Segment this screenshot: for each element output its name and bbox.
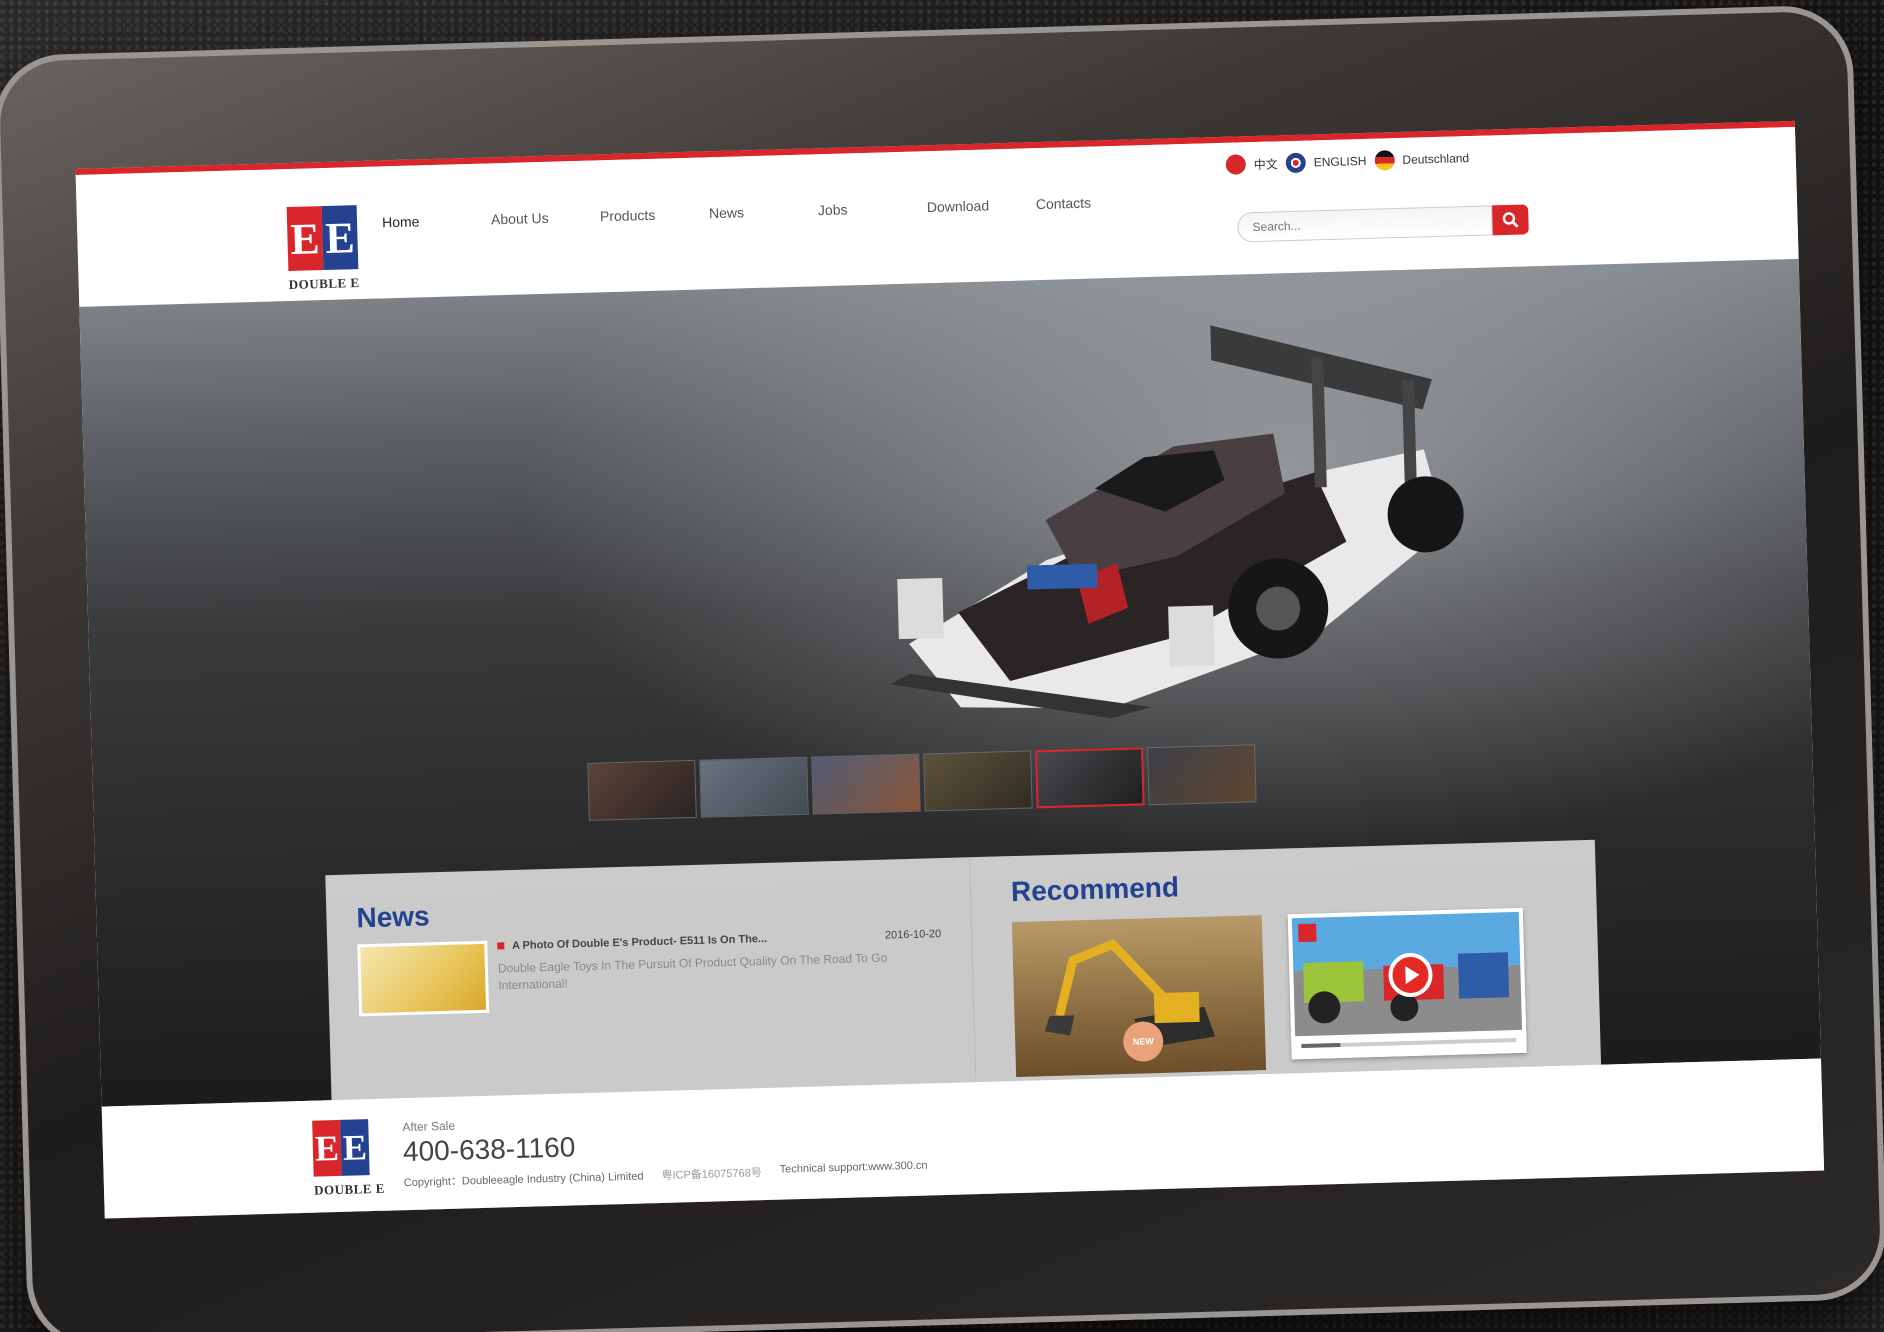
hero-thumbnail-active[interactable]: [1035, 747, 1145, 809]
footer-logo-letter-left: E: [312, 1119, 342, 1177]
nav-item-news[interactable]: News: [709, 202, 818, 221]
logo-letter-left: E: [286, 206, 324, 272]
search-icon: [1502, 212, 1519, 228]
news-thumbnail[interactable]: [357, 940, 490, 1017]
header-logo[interactable]: E E DOUBLE E: [286, 205, 362, 299]
footer-brand-name: DOUBLE E: [313, 1180, 386, 1198]
recommend-section: Recommend NEW: [970, 840, 1601, 1097]
news-headline-wrap: A Photo Of Double E's Product- E511 Is O…: [497, 933, 767, 953]
news-head: A Photo Of Double E's Product- E511 Is O…: [497, 928, 941, 952]
germany-flag-icon[interactable]: [1374, 150, 1395, 171]
news-section: News A Photo Of Double E's Product- E511…: [325, 857, 977, 1116]
news-item[interactable]: A Photo Of Double E's Product- E511 Is O…: [357, 928, 943, 1017]
nav-item-jobs[interactable]: Jobs: [818, 199, 927, 218]
language-switcher: 中文 ENGLISH Deutschland: [1225, 148, 1470, 175]
recommend-items: NEW: [1011, 907, 1561, 1078]
race-car-image: [890, 325, 1464, 719]
footer-logo-letter-right: E: [340, 1119, 370, 1176]
website-screen: E E DOUBLE E Home About Us Products News…: [75, 120, 1825, 1219]
hero-thumbnail[interactable]: [923, 750, 1033, 812]
search-button[interactable]: [1492, 204, 1529, 236]
excavator-product-image[interactable]: NEW: [1011, 915, 1267, 1078]
news-title: News: [356, 900, 431, 934]
footer-logo-mark: E E: [312, 1119, 370, 1177]
footer-info: After Sale 400-638-1160 Copyright：Double…: [402, 1106, 928, 1191]
bullet-icon: [497, 942, 505, 950]
lang-chinese[interactable]: 中文: [1254, 155, 1278, 173]
footer-logo[interactable]: E E DOUBLE E: [312, 1119, 387, 1213]
china-flag-icon[interactable]: [1225, 154, 1247, 175]
nav-item-products[interactable]: Products: [600, 205, 709, 225]
icp-number[interactable]: 粤ICP备16075768号: [661, 1164, 762, 1183]
main-nav: Home About Us Products News Jobs Downloa…: [382, 193, 1145, 231]
tech-support-link[interactable]: Technical support:www.300.cn: [779, 1160, 927, 1180]
logo-letter-right: E: [321, 205, 359, 271]
video-player[interactable]: [1287, 907, 1527, 1060]
search-input[interactable]: [1237, 205, 1493, 243]
recommend-title: Recommend: [1010, 871, 1180, 908]
video-screen: [1291, 911, 1523, 1037]
nav-item-home[interactable]: Home: [382, 211, 491, 230]
video-progress-bar[interactable]: [1301, 1038, 1517, 1049]
lang-english[interactable]: ENGLISH: [1314, 154, 1367, 169]
logo-mark: E E: [286, 205, 359, 272]
nav-item-about-us[interactable]: About Us: [491, 208, 600, 228]
news-date: 2016-10-20: [884, 928, 942, 942]
nav-item-download[interactable]: Download: [927, 196, 1036, 215]
hero-thumbnail[interactable]: [1147, 744, 1257, 806]
video-progress-fill: [1301, 1042, 1341, 1049]
news-description: Double Eagle Toys In The Pursuit Of Prod…: [497, 950, 888, 993]
play-icon: [1405, 965, 1420, 985]
hero-thumbnail[interactable]: [699, 756, 809, 818]
news-text: A Photo Of Double E's Product- E511 Is O…: [497, 928, 943, 1012]
hero-thumbnail[interactable]: [587, 759, 697, 821]
copyright-text: Copyright：Doubleeagle Industry (China) L…: [403, 1170, 644, 1190]
hero-thumbnail[interactable]: [811, 753, 921, 815]
uk-flag-icon[interactable]: [1285, 152, 1307, 174]
hero-thumbnails: [587, 744, 1257, 821]
hero-banner[interactable]: News A Photo Of Double E's Product- E511…: [79, 258, 1821, 1116]
lang-german[interactable]: Deutschland: [1402, 151, 1469, 167]
news-headline[interactable]: A Photo Of Double E's Product- E511 Is O…: [512, 933, 767, 952]
tablet-device: E E DOUBLE E Home About Us Products News…: [0, 4, 1884, 1332]
nav-item-contacts[interactable]: Contacts: [1036, 193, 1145, 213]
brand-name: DOUBLE E: [288, 275, 360, 293]
search-box: [1237, 204, 1529, 243]
